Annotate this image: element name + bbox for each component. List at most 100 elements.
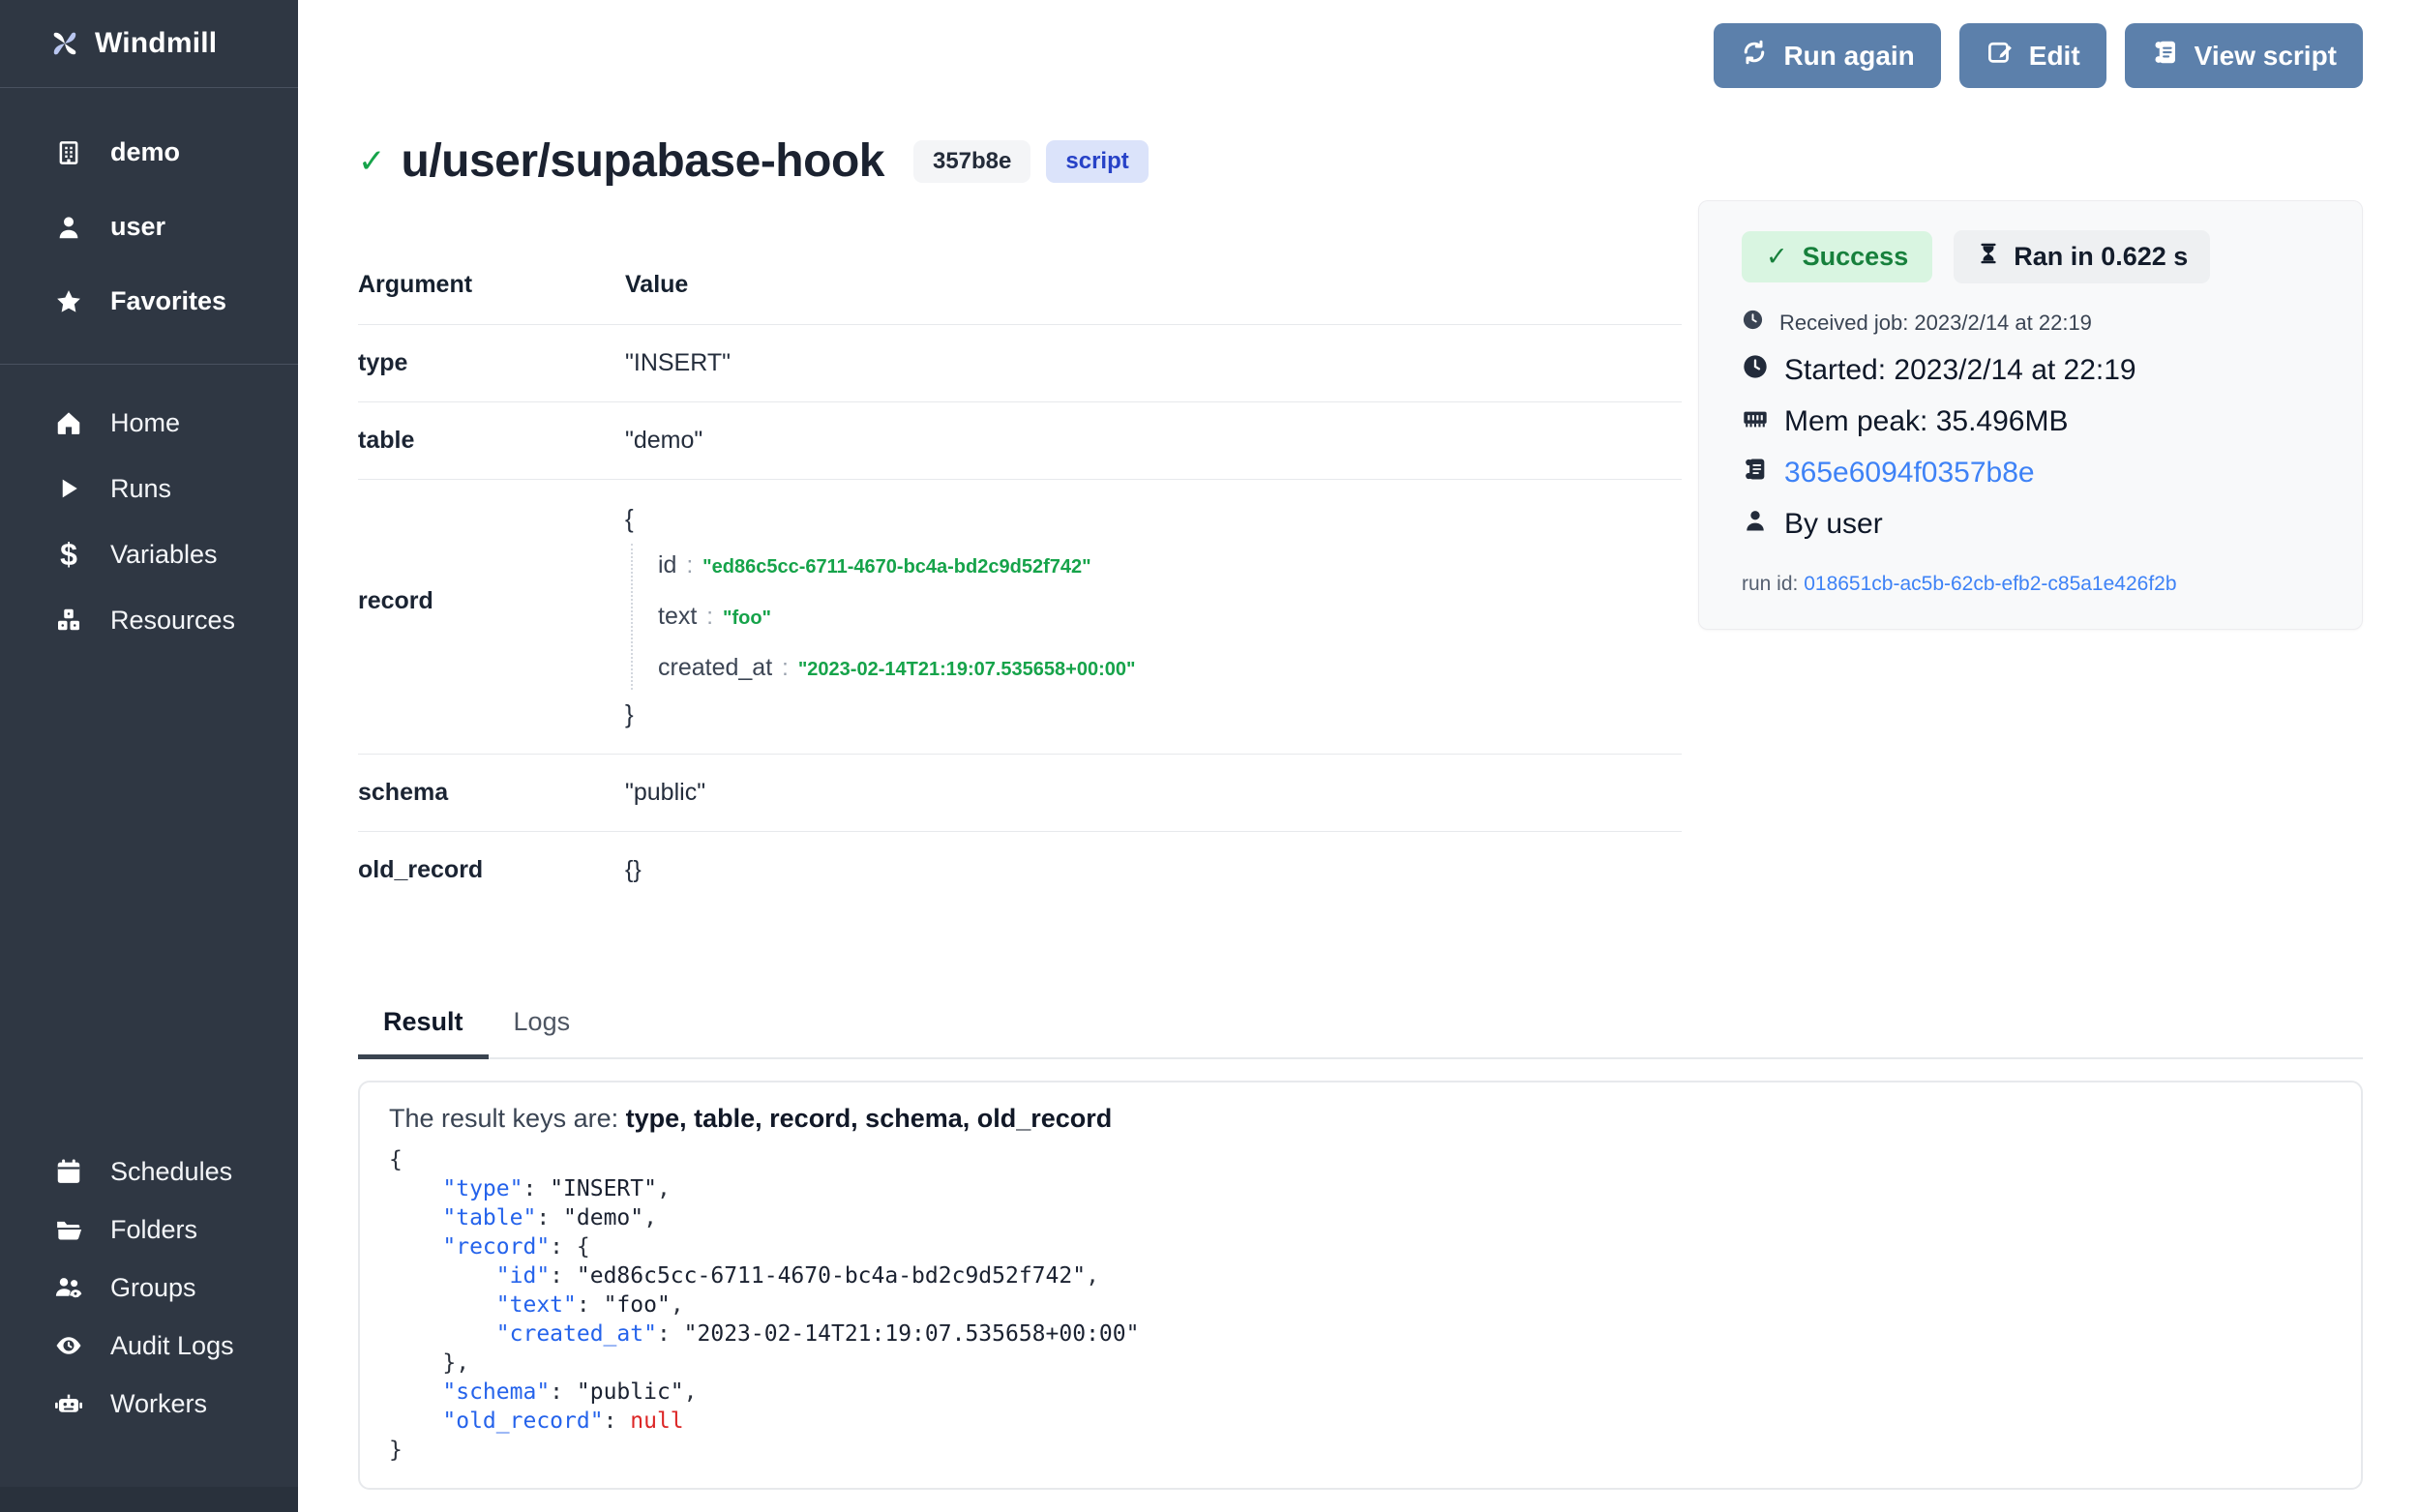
arguments-table-header: Argument Value: [358, 252, 1682, 325]
sidebar-item-runs[interactable]: Runs: [54, 456, 298, 521]
sidebar-item-resources[interactable]: Resources: [54, 587, 298, 653]
tab-result[interactable]: Result: [358, 1007, 489, 1059]
table-row: schema "public": [358, 755, 1682, 832]
result-json: { "type": "INSERT", "table": "demo", "re…: [389, 1145, 2332, 1465]
sidebar-item-user[interactable]: user: [54, 190, 298, 264]
main-content: Run again Edit View script ✓ u/user/supa…: [298, 0, 2419, 1512]
sidebar-item-label: Schedules: [110, 1157, 232, 1187]
sidebar-admin-group: Schedules Folders Groups Audit Logs Work…: [0, 1142, 298, 1433]
eye-icon: [54, 1331, 83, 1360]
sidebar-workspace-group: demo user Favorites: [0, 88, 298, 365]
play-icon: [54, 474, 83, 503]
started-text: Started: 2023/2/14 at 22:19: [1784, 354, 2136, 387]
result-keys-line: The result keys are: type, table, record…: [389, 1104, 2332, 1134]
table-row: table "demo": [358, 402, 1682, 480]
duration-label: Ran in 0.622 s: [2014, 242, 2188, 272]
folder-icon: [54, 1215, 83, 1244]
sidebar-footer: [0, 1487, 298, 1512]
received-job-text: Received job: 2023/2/14 at 22:19: [1779, 311, 2092, 336]
sidebar-item-label: Variables: [110, 540, 218, 570]
status-badges: ✓ Success Ran in 0.622 s: [1742, 230, 2323, 283]
table-row: record { id : "ed86c5cc-6711-4670-bc4a-b…: [358, 480, 1682, 755]
record-entry: id : "ed86c5cc-6711-4670-bc4a-bd2c9d52f7…: [658, 551, 1135, 579]
sidebar-item-label: user: [110, 212, 165, 242]
calendar-icon: [54, 1157, 83, 1186]
table-row: old_record {}: [358, 832, 1682, 908]
sidebar-item-label: Home: [110, 408, 180, 438]
sidebar-nav-group: Home Runs $ Variables Resources: [0, 365, 298, 653]
started-line: Started: 2023/2/14 at 22:19: [1742, 353, 2323, 388]
record-object-viewer: { id : "ed86c5cc-6711-4670-bc4a-bd2c9d52…: [625, 504, 1135, 729]
sidebar-item-label: Folders: [110, 1215, 197, 1245]
sidebar-item-variables[interactable]: $ Variables: [54, 521, 298, 587]
sidebar-spacer: [0, 653, 298, 1142]
column-argument: Argument: [358, 271, 625, 299]
sidebar-item-workers[interactable]: Workers: [54, 1375, 298, 1433]
script-hash-badge: 357b8e: [913, 140, 1030, 183]
windmill-logo-icon: [50, 29, 79, 58]
building-icon: [54, 138, 83, 167]
success-label: Success: [1803, 242, 1909, 272]
refresh-icon: [1740, 38, 1769, 74]
record-entry: created_at : "2023-02-14T21:19:07.535658…: [658, 654, 1135, 682]
job-status-card: ✓ Success Ran in 0.622 s Received job: 2…: [1698, 200, 2363, 630]
received-job-line: Received job: 2023/2/14 at 22:19: [1742, 309, 2323, 337]
toolbar: Run again Edit View script: [358, 0, 2363, 88]
top-row: ✓ u/user/supabase-hook 357b8e script Arg…: [358, 88, 2363, 908]
person-icon: [1742, 507, 1769, 542]
edit-label: Edit: [2029, 41, 2080, 72]
sidebar-item-label: Resources: [110, 606, 235, 636]
sidebar-item-label: Runs: [110, 474, 171, 504]
result-tabs: Result Logs: [358, 1007, 2363, 1059]
table-row: type "INSERT": [358, 325, 1682, 402]
by-user-text: By user: [1784, 508, 1883, 541]
run-id-row: run id: 018651cb-ac5b-62cb-efb2-c85a1e42…: [1742, 573, 2323, 596]
sidebar-item-label: Groups: [110, 1273, 196, 1303]
script-kind-badge: script: [1046, 140, 1148, 183]
edit-button[interactable]: Edit: [1959, 23, 2106, 88]
by-user-line: By user: [1742, 507, 2323, 542]
run-id-link[interactable]: 018651cb-ac5b-62cb-efb2-c85a1e426f2b: [1804, 573, 2176, 595]
mem-peak-text: Mem peak: 35.496MB: [1784, 405, 2068, 438]
user-icon: [54, 213, 83, 242]
sidebar-item-groups[interactable]: Groups: [54, 1259, 298, 1317]
script-hash-line: 365e6094f0357b8e: [1742, 456, 2323, 490]
sidebar-item-label: Audit Logs: [110, 1331, 234, 1361]
sidebar-item-audit-logs[interactable]: Audit Logs: [54, 1317, 298, 1375]
sidebar-item-label: Favorites: [110, 286, 226, 316]
success-check-icon: ✓: [358, 145, 386, 178]
script-hash-link[interactable]: 365e6094f0357b8e: [1784, 457, 2035, 489]
sidebar-item-schedules[interactable]: Schedules: [54, 1142, 298, 1201]
check-icon: ✓: [1766, 244, 1788, 270]
tab-logs[interactable]: Logs: [489, 1007, 596, 1057]
app-logo[interactable]: Windmill: [0, 0, 298, 88]
record-entry: text : "foo": [658, 603, 1135, 631]
scroll-icon: [1742, 456, 1769, 490]
home-icon: [54, 408, 83, 437]
hourglass-icon: [1976, 241, 2001, 273]
view-script-button[interactable]: View script: [2125, 23, 2363, 88]
cubes-icon: [54, 606, 83, 635]
result-panel: The result keys are: type, table, record…: [358, 1081, 2363, 1490]
sidebar-item-label: Workers: [110, 1389, 207, 1419]
sidebar-item-demo[interactable]: demo: [54, 115, 298, 190]
duration-badge: Ran in 0.622 s: [1954, 230, 2210, 283]
mem-peak-line: Mem peak: 35.496MB: [1742, 404, 2323, 439]
run-id-label: run id:: [1742, 573, 1798, 595]
sidebar-item-label: demo: [110, 137, 180, 167]
memory-icon: [1742, 404, 1769, 439]
dollar-icon: $: [54, 540, 83, 569]
clock-icon: [1742, 353, 1769, 388]
record-object-body: id : "ed86c5cc-6711-4670-bc4a-bd2c9d52f7…: [631, 544, 1135, 690]
title-row: ✓ u/user/supabase-hook 357b8e script: [358, 134, 2363, 188]
result-keys-list: type, table, record, schema, old_record: [626, 1104, 1113, 1133]
arguments-table: Argument Value type "INSERT" table "demo…: [358, 252, 1682, 908]
run-again-button[interactable]: Run again: [1714, 23, 1940, 88]
sidebar-item-favorites[interactable]: Favorites: [54, 264, 298, 339]
sidebar-item-home[interactable]: Home: [54, 390, 298, 456]
sidebar: Windmill demo user Favorites Home: [0, 0, 298, 1512]
scroll-icon: [2151, 38, 2180, 74]
sidebar-item-folders[interactable]: Folders: [54, 1201, 298, 1259]
run-again-label: Run again: [1783, 41, 1914, 72]
page-title: u/user/supabase-hook: [402, 134, 884, 188]
